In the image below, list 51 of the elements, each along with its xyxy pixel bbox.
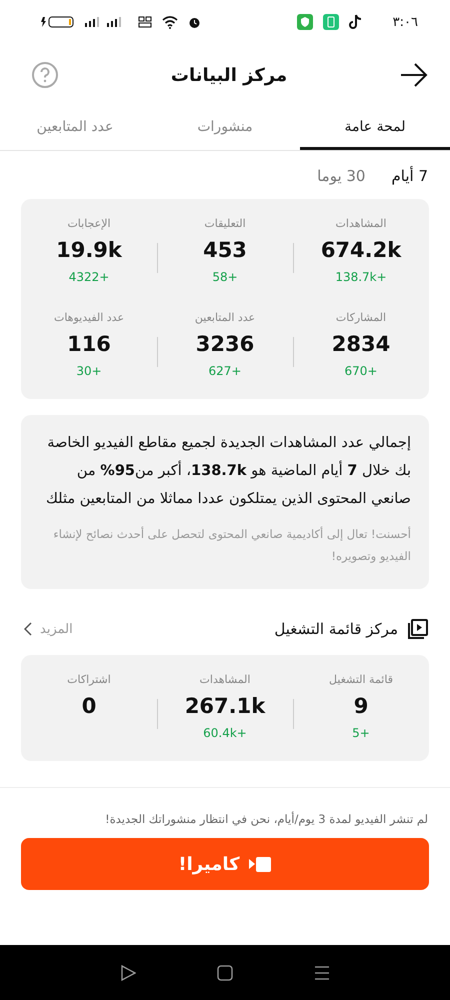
back-icon[interactable] bbox=[120, 964, 136, 980]
stat-label: عدد الفيديوهات bbox=[54, 311, 124, 324]
stat-change: 5+ bbox=[352, 726, 370, 741]
stat-change: 4322+ bbox=[68, 270, 110, 285]
stat-value: 116 bbox=[67, 332, 111, 356]
stat-change: 58+ bbox=[212, 270, 238, 285]
tab[interactable]: منشورات bbox=[150, 106, 300, 150]
stat-label: التعليقات bbox=[204, 217, 246, 230]
tab[interactable]: لمحة عامة bbox=[300, 106, 450, 150]
stat-value: 674.2k bbox=[320, 238, 402, 262]
tip-text: أحسنت! تعال إلى أكاديمية صانعي المحتوى لتحصل على أحدث نصائح لإنشاء الفيديو وتصويره! bbox=[52, 526, 411, 565]
shield-icon bbox=[296, 14, 313, 30]
battery-app-icon bbox=[322, 14, 339, 30]
period-option[interactable]: 30 يوما bbox=[317, 167, 366, 185]
status-time: ٣:٠٦ bbox=[392, 14, 418, 30]
tab[interactable]: عدد المتابعين bbox=[0, 106, 150, 150]
home-icon[interactable] bbox=[216, 964, 233, 980]
menu-icon[interactable] bbox=[314, 964, 330, 980]
stat-label: قائمة التشغيل bbox=[329, 673, 393, 686]
period-option[interactable]: 7 أيام bbox=[391, 167, 428, 185]
stat-label: المشاهدات bbox=[336, 217, 386, 230]
page-title: مركز البيانات bbox=[170, 64, 288, 86]
music-note-icon bbox=[348, 14, 363, 30]
stat-value: 9 bbox=[354, 694, 368, 718]
playlist-icon bbox=[408, 619, 428, 639]
stat-value: 0 bbox=[82, 694, 96, 718]
camera-button[interactable]: كاميرا! bbox=[21, 838, 429, 890]
section-title: مركز قائمة التشغيل bbox=[274, 620, 398, 638]
stat-change: 627+ bbox=[208, 364, 242, 379]
battery-icon bbox=[40, 16, 74, 28]
stat-change: 60.4k+ bbox=[203, 726, 247, 741]
arrow-right-icon[interactable] bbox=[400, 63, 428, 87]
stat-change: 30+ bbox=[76, 364, 102, 379]
stat-label: الإعجابات bbox=[67, 217, 111, 230]
stat-value: 19.9k bbox=[56, 238, 122, 262]
stat-change: 138.7k+ bbox=[335, 270, 387, 285]
wifi-icon bbox=[162, 16, 178, 28]
stat-value: 267.1k bbox=[184, 694, 266, 718]
stat-change: 670+ bbox=[344, 364, 378, 379]
stat-value: 3236 bbox=[196, 332, 254, 356]
video-camera-icon bbox=[248, 855, 272, 873]
stat-label: اشتراكات bbox=[67, 673, 111, 686]
alarm-icon bbox=[188, 16, 201, 28]
more-link[interactable]: المزيد bbox=[24, 622, 73, 636]
notice-text: لم تنشر الفيديو لمدة 3 يوم/أيام، نحن في انتظار منشوراتك الجديدة! bbox=[104, 812, 428, 826]
stat-value: 2834 bbox=[332, 332, 390, 356]
stat-value: 453 bbox=[203, 238, 247, 262]
stat-label: المشاركات bbox=[336, 311, 386, 324]
chevron-left-icon bbox=[24, 622, 32, 636]
stat-label: عدد المتابعين bbox=[194, 311, 256, 324]
stat-label: المشاهدات bbox=[200, 673, 250, 686]
